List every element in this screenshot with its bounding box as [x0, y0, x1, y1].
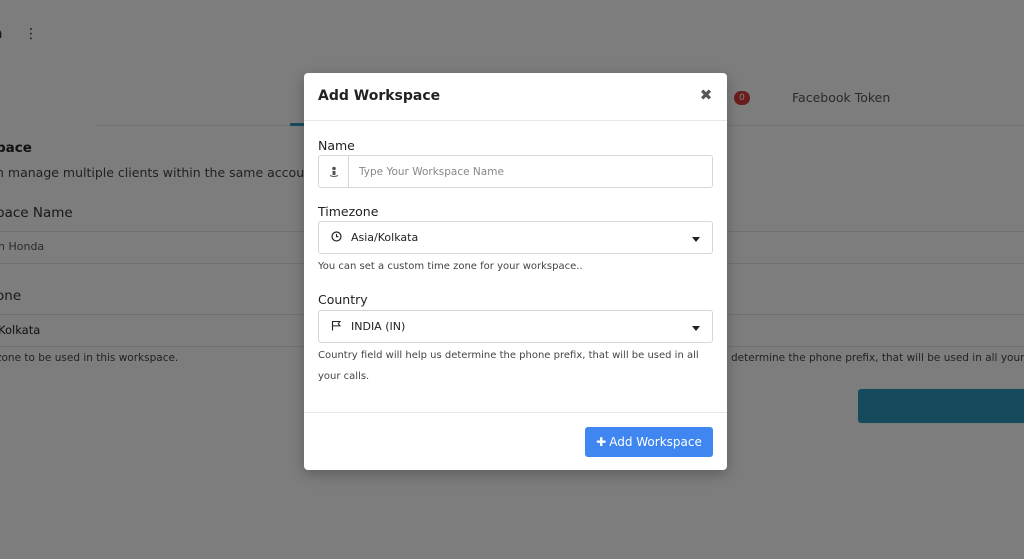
add-workspace-modal: Add Workspace ✖ Name Timezone Asia/Kolka… [304, 73, 727, 470]
country-selected: INDIA (IN) [351, 320, 406, 333]
name-input-group [318, 155, 713, 188]
add-workspace-button[interactable]: ✚ Add Workspace [585, 427, 713, 457]
workspace-name-input[interactable] [349, 156, 712, 187]
clock-icon [331, 230, 347, 245]
close-icon[interactable]: ✖ [699, 87, 713, 103]
modal-header: Add Workspace ✖ [304, 73, 727, 121]
country-select[interactable]: INDIA (IN) [318, 310, 713, 343]
timezone-help: You can set a custom time zone for your … [318, 261, 583, 272]
timezone-label: Timezone [318, 204, 379, 219]
chevron-down-icon [692, 326, 700, 331]
timezone-selected: Asia/Kolkata [351, 231, 419, 244]
add-workspace-label: Add Workspace [609, 435, 702, 449]
modal-title: Add Workspace [318, 88, 441, 104]
name-label: Name [318, 138, 355, 153]
country-help: Country field will help us determine the… [318, 350, 699, 382]
flag-icon [331, 320, 347, 334]
modal-footer-divider [304, 412, 727, 413]
chevron-down-icon [692, 237, 700, 242]
timezone-select[interactable]: Asia/Kolkata [318, 221, 713, 254]
plus-icon: ✚ [596, 435, 607, 449]
country-label: Country [318, 292, 368, 307]
person-icon [319, 156, 349, 187]
